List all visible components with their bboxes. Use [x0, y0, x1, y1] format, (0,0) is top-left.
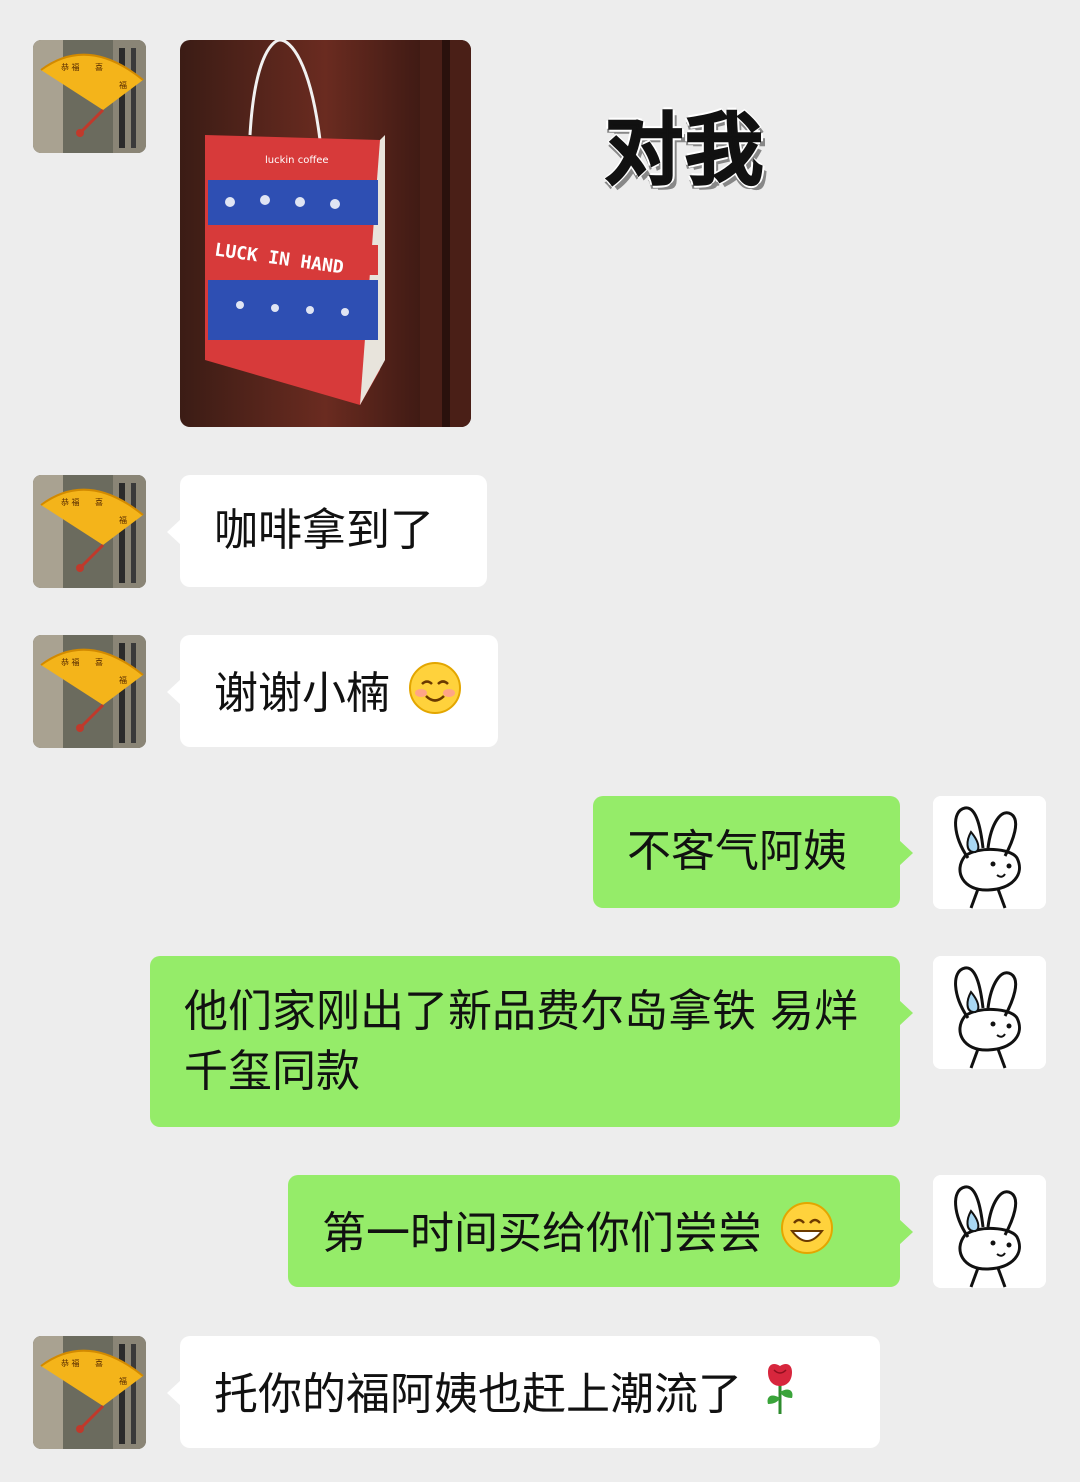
- message-row: 咖啡拿到了: [0, 475, 1080, 588]
- grin-emoji: [780, 1201, 834, 1271]
- message-text: 咖啡拿到了: [214, 505, 434, 556]
- message-text: 托你的福阿姨也赶上潮流了: [214, 1369, 742, 1420]
- my-avatar[interactable]: [933, 796, 1046, 909]
- sender-avatar[interactable]: [33, 1336, 146, 1449]
- bag-brand: luckin coffee: [265, 155, 329, 166]
- bubble-tail: [167, 679, 181, 705]
- my-avatar[interactable]: [933, 1175, 1046, 1288]
- sender-avatar[interactable]: [33, 635, 146, 748]
- message-row: 托你的福阿姨也赶上潮流了: [0, 1336, 1080, 1449]
- my-avatar[interactable]: [933, 956, 1046, 1069]
- message-text: 他们家刚出了新品费尔岛拿铁 易烊千玺同款: [184, 986, 858, 1097]
- message-bubble[interactable]: 咖啡拿到了: [167, 475, 487, 587]
- bubble-tail: [899, 1000, 913, 1026]
- message-row: 他们家刚出了新品费尔岛拿铁 易烊千玺同款: [0, 956, 1080, 1128]
- message-row-photo: LUCK IN HAND luckin coffee 对我: [0, 0, 1080, 440]
- message-row: 第一时间买给你们尝尝: [0, 1175, 1080, 1288]
- blush-smile-emoji: [408, 661, 462, 731]
- rose-emoji: [760, 1362, 800, 1432]
- message-bubble[interactable]: 他们家刚出了新品费尔岛拿铁 易烊千玺同款: [150, 956, 913, 1127]
- coffee-bag-photo[interactable]: LUCK IN HAND luckin coffee: [180, 40, 471, 427]
- bubble-tail: [899, 1219, 913, 1245]
- message-text: 谢谢小楠: [214, 668, 390, 719]
- message-bubble[interactable]: 谢谢小楠: [167, 635, 498, 747]
- message-text: 不客气阿姨: [627, 826, 847, 877]
- message-bubble[interactable]: 不客气阿姨: [593, 796, 913, 908]
- bubble-tail: [167, 1380, 181, 1406]
- message-bubble[interactable]: 托你的福阿姨也赶上潮流了: [167, 1336, 880, 1448]
- sticker-caption: 对我: [604, 104, 766, 197]
- bubble-tail: [899, 840, 913, 866]
- message-row: 谢谢小楠: [0, 635, 1080, 748]
- message-row: 不客气阿姨: [0, 796, 1080, 909]
- sender-avatar[interactable]: [33, 40, 146, 153]
- message-bubble[interactable]: 第一时间买给你们尝尝: [288, 1175, 913, 1287]
- message-text: 第一时间买给你们尝尝: [322, 1208, 762, 1259]
- bubble-tail: [167, 519, 181, 545]
- sender-avatar[interactable]: [33, 475, 146, 588]
